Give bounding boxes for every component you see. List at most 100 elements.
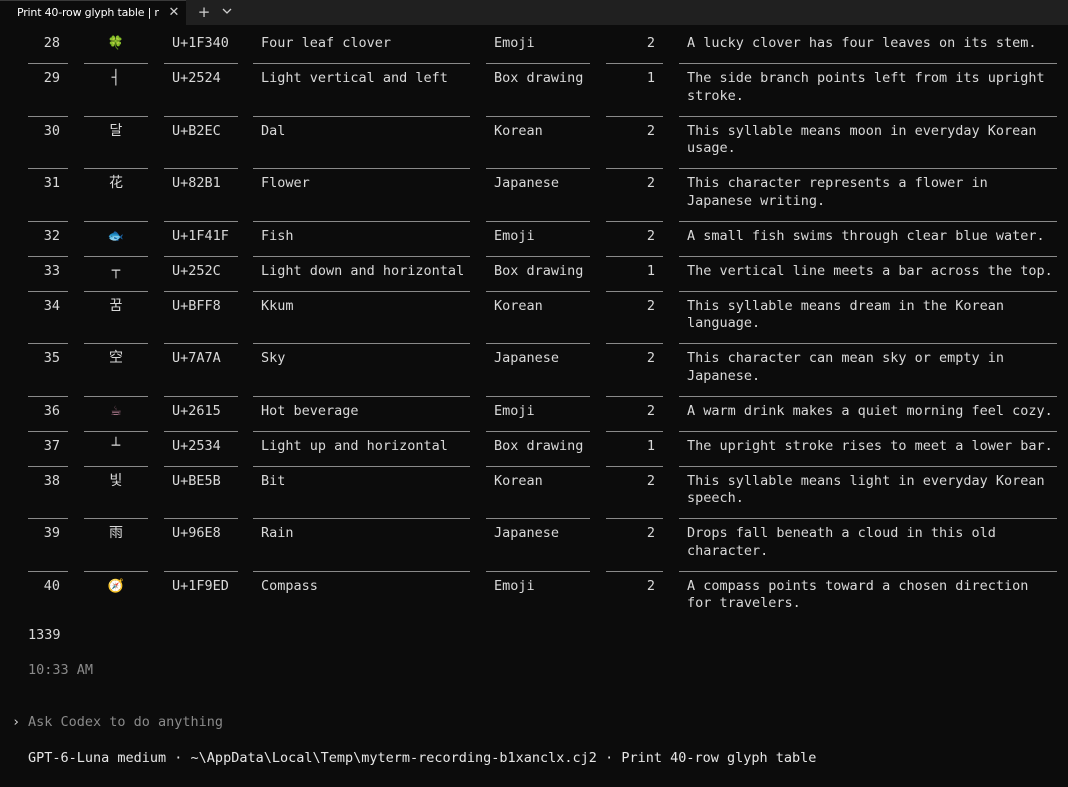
glyph-char: ┬ [111, 262, 121, 279]
glyph-char: ┴ [111, 437, 121, 454]
chevron-down-icon[interactable] [220, 2, 234, 20]
cell-row-number: 37 [43, 437, 60, 454]
cell-glyph: 🐟 [84, 222, 148, 246]
cell-display-width: 1 [646, 437, 655, 454]
prompt-chevron-icon: › [12, 714, 21, 730]
table-row: 36 ☕ U+2615 Hot beverage Emoji 2 A warm drink … [0, 397, 1068, 432]
cell-display-width: 2 [646, 122, 655, 139]
cell-glyph-name: Light down and horizontal [261, 262, 465, 279]
table-row: 40 🧭 U+1F9ED Compass Emoji 2 A compass points … [0, 572, 1068, 642]
tab-active[interactable]: Print 40-row glyph table | myterm-r ✕ [0, 0, 186, 25]
compass-icon: 🧭 [107, 578, 125, 594]
cell-row-number: 38 [43, 472, 60, 489]
hot-beverage-icon: ☕ [110, 403, 122, 419]
cell-row-number: 34 [43, 297, 60, 314]
cell-display-width: 2 [646, 350, 655, 366]
glyph-char: 빛 [109, 472, 123, 489]
table-row: 35 空 U+7A7A Sky Japanese 2 This character can … [0, 344, 1068, 397]
prompt-row: › [0, 706, 1068, 740]
cell-display-width: 2 [646, 472, 655, 489]
cell-category: Japanese [494, 350, 560, 366]
cell-category: Emoji [494, 227, 535, 244]
four-leaf-clover-icon: 🍀 [107, 36, 125, 51]
table-row: 39 雨 U+96E8 Rain Japanese 2 Drops fall beneath… [0, 519, 1068, 572]
cell-display-width: 1 [646, 262, 655, 279]
cell-category: Korean [494, 297, 543, 314]
cell-description: This character can mean sky or empty in … [687, 350, 1004, 384]
prompt-input[interactable] [28, 714, 1028, 731]
cell-codepoint: U+252C [172, 262, 221, 279]
cell-glyph-name: Rain [261, 525, 294, 541]
cell-codepoint: U+1F340 [172, 35, 229, 51]
cell-codepoint: U+2524 [172, 70, 221, 86]
cell-description: This syllable means light in everyday Ko… [687, 472, 1045, 507]
command-output-value: 1339 [28, 627, 61, 643]
cell-category: Box drawing [494, 437, 584, 454]
cell-description: Drops fall beneath a cloud in this old c… [687, 525, 996, 559]
glyph-char: 雨 [109, 525, 123, 541]
cell-row-number: 31 [43, 175, 60, 191]
timestamp: 10:33 AM [28, 662, 94, 678]
glyph-char: 꿈 [109, 297, 123, 314]
cell-row-number: 30 [43, 122, 60, 139]
glyph-char: ┤ [111, 70, 121, 86]
cell-display-width: 2 [646, 227, 655, 244]
cell-glyph: 빛 [84, 467, 148, 491]
cell-glyph: ┴ [84, 432, 148, 456]
cell-codepoint: U+2534 [172, 437, 221, 454]
table-row: 32 🐟 U+1F41F Fish Emoji 2 A small fish swims t… [0, 222, 1068, 257]
cell-description: A warm drink makes a quiet morning feel … [687, 402, 1053, 419]
glyph-char: 달 [109, 122, 123, 139]
cell-description: A compass points toward a chosen directi… [687, 577, 1029, 612]
cell-category: Korean [494, 122, 543, 139]
cell-glyph: 雨 [84, 519, 148, 543]
cell-description: The side branch points left from its upr… [687, 70, 1045, 104]
cell-display-width: 2 [646, 175, 655, 191]
cell-category: Japanese [494, 175, 560, 191]
terminal-window: Print 40-row glyph table | myterm-r ✕ + … [0, 0, 1068, 787]
cell-glyph-name: Bit [261, 472, 286, 489]
cell-description: This syllable means dream in the Korean … [687, 297, 1004, 332]
cell-description: This character represents a flower in Ja… [687, 175, 988, 209]
cell-category: Emoji [494, 577, 535, 594]
cell-codepoint: U+1F9ED [172, 577, 229, 594]
cell-glyph-name: Flower [261, 175, 310, 191]
cell-row-number: 29 [43, 70, 60, 86]
close-icon[interactable]: ✕ [167, 4, 181, 22]
new-tab-plus-icon[interactable]: + [197, 3, 211, 21]
cell-glyph: ☕ [84, 397, 148, 421]
cell-category: Box drawing [494, 70, 584, 86]
cell-glyph: 🍀 [84, 29, 148, 53]
cell-category: Emoji [494, 402, 535, 419]
cell-codepoint: U+1F41F [172, 227, 229, 244]
tab-bar: Print 40-row glyph table | myterm-r ✕ + [0, 0, 1068, 25]
cell-row-number: 36 [43, 402, 60, 419]
status-line: GPT-6-Luna medium · ~\AppData\Local\Temp… [28, 750, 817, 766]
tab-title: Print 40-row glyph table | myterm-r [17, 6, 159, 19]
cell-glyph-name: Light vertical and left [261, 70, 448, 86]
cell-glyph: 꿈 [84, 292, 148, 316]
cell-codepoint: U+96E8 [172, 525, 221, 541]
table-row: 37 ┴ U+2534 Light up and horizontal Box draw… [0, 432, 1068, 467]
fish-icon: 🐟 [107, 228, 125, 244]
cell-row-number: 35 [43, 350, 60, 366]
cell-display-width: 2 [646, 525, 655, 541]
table-row: 29 ┤ U+2524 Light vertical and left Box draw… [0, 64, 1068, 117]
glyph-char: 花 [109, 175, 123, 191]
table-row: 33 ┬ U+252C Light down and horizontal Box dr… [0, 257, 1068, 292]
cell-description: A lucky clover has four leaves on its st… [687, 35, 1037, 51]
cell-display-width: 1 [646, 70, 655, 86]
cell-codepoint: U+2615 [172, 402, 221, 419]
glyph-char: 空 [109, 350, 123, 366]
table-row: 38 빛 U+BE5B Bit Korean 2 This syllable means l… [0, 467, 1068, 519]
cell-glyph: ┤ [84, 64, 148, 88]
table-row: 28 🍀 U+1F340 Four leaf clover Emoji 2 A lucky … [0, 29, 1068, 64]
cell-glyph-name: Compass [261, 577, 318, 594]
cell-glyph-name: Fish [261, 227, 294, 244]
cell-glyph-name: Four leaf clover [261, 35, 392, 51]
cell-glyph: 空 [84, 344, 148, 368]
cell-category: Box drawing [494, 262, 584, 279]
cell-description: The upright stroke rises to meet a lower… [687, 437, 1053, 454]
cell-display-width: 2 [646, 297, 655, 314]
table-row: 34 꿈 U+BFF8 Kkum Korean 2 This syllable means … [0, 292, 1068, 344]
